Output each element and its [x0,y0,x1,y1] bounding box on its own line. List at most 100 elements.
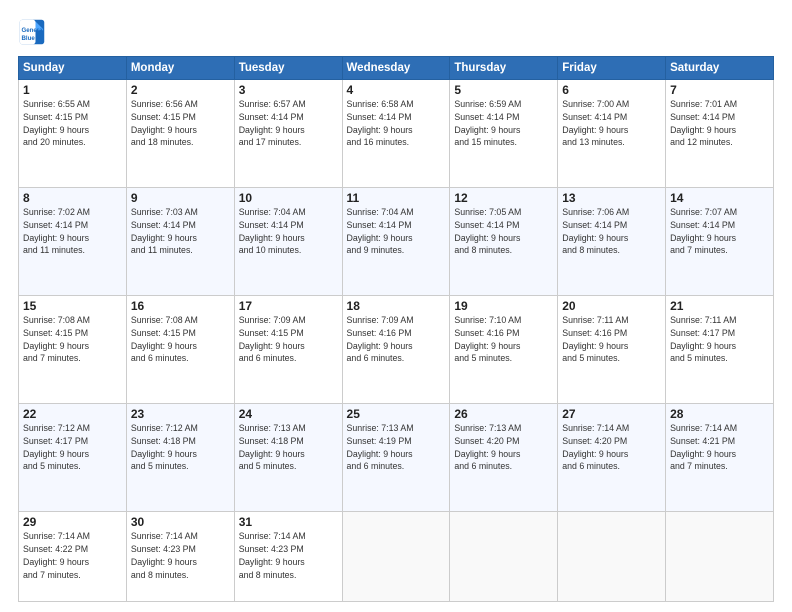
day-info: Sunrise: 6:57 AM Sunset: 4:14 PM Dayligh… [239,98,338,149]
calendar-week-row: 8Sunrise: 7:02 AM Sunset: 4:14 PM Daylig… [19,188,774,296]
calendar-cell: 1Sunrise: 6:55 AM Sunset: 4:15 PM Daylig… [19,80,127,188]
day-info: Sunrise: 7:06 AM Sunset: 4:14 PM Dayligh… [562,206,661,257]
calendar-cell [342,512,450,602]
calendar-cell: 11Sunrise: 7:04 AM Sunset: 4:14 PM Dayli… [342,188,450,296]
calendar-cell: 16Sunrise: 7:08 AM Sunset: 4:15 PM Dayli… [126,296,234,404]
calendar-cell: 6Sunrise: 7:00 AM Sunset: 4:14 PM Daylig… [558,80,666,188]
day-info: Sunrise: 7:09 AM Sunset: 4:15 PM Dayligh… [239,314,338,365]
day-info: Sunrise: 7:13 AM Sunset: 4:20 PM Dayligh… [454,422,553,473]
logo: General Blue [18,18,50,46]
calendar-cell: 5Sunrise: 6:59 AM Sunset: 4:14 PM Daylig… [450,80,558,188]
day-number: 19 [454,299,553,313]
calendar-cell: 30Sunrise: 7:14 AM Sunset: 4:23 PM Dayli… [126,512,234,602]
day-number: 12 [454,191,553,205]
day-info: Sunrise: 6:58 AM Sunset: 4:14 PM Dayligh… [347,98,446,149]
calendar-cell: 20Sunrise: 7:11 AM Sunset: 4:16 PM Dayli… [558,296,666,404]
calendar-cell: 24Sunrise: 7:13 AM Sunset: 4:18 PM Dayli… [234,404,342,512]
day-number: 25 [347,407,446,421]
day-number: 3 [239,83,338,97]
day-number: 16 [131,299,230,313]
day-info: Sunrise: 7:12 AM Sunset: 4:17 PM Dayligh… [23,422,122,473]
day-info: Sunrise: 7:12 AM Sunset: 4:18 PM Dayligh… [131,422,230,473]
calendar-cell: 14Sunrise: 7:07 AM Sunset: 4:14 PM Dayli… [666,188,774,296]
calendar-cell: 8Sunrise: 7:02 AM Sunset: 4:14 PM Daylig… [19,188,127,296]
day-number: 18 [347,299,446,313]
day-info: Sunrise: 7:04 AM Sunset: 4:14 PM Dayligh… [239,206,338,257]
day-number: 7 [670,83,769,97]
day-number: 6 [562,83,661,97]
day-number: 11 [347,191,446,205]
day-number: 28 [670,407,769,421]
calendar-cell: 3Sunrise: 6:57 AM Sunset: 4:14 PM Daylig… [234,80,342,188]
calendar-cell: 28Sunrise: 7:14 AM Sunset: 4:21 PM Dayli… [666,404,774,512]
day-number: 13 [562,191,661,205]
day-number: 8 [23,191,122,205]
weekday-header-friday: Friday [558,57,666,80]
calendar-cell: 27Sunrise: 7:14 AM Sunset: 4:20 PM Dayli… [558,404,666,512]
day-info: Sunrise: 7:02 AM Sunset: 4:14 PM Dayligh… [23,206,122,257]
day-info: Sunrise: 7:09 AM Sunset: 4:16 PM Dayligh… [347,314,446,365]
day-number: 5 [454,83,553,97]
day-number: 4 [347,83,446,97]
day-info: Sunrise: 7:08 AM Sunset: 4:15 PM Dayligh… [23,314,122,365]
calendar-cell: 26Sunrise: 7:13 AM Sunset: 4:20 PM Dayli… [450,404,558,512]
day-number: 24 [239,407,338,421]
day-info: Sunrise: 7:11 AM Sunset: 4:17 PM Dayligh… [670,314,769,365]
calendar-cell: 23Sunrise: 7:12 AM Sunset: 4:18 PM Dayli… [126,404,234,512]
day-info: Sunrise: 7:14 AM Sunset: 4:23 PM Dayligh… [131,530,230,581]
calendar-cell: 31Sunrise: 7:14 AM Sunset: 4:23 PM Dayli… [234,512,342,602]
calendar-cell: 12Sunrise: 7:05 AM Sunset: 4:14 PM Dayli… [450,188,558,296]
calendar-cell: 9Sunrise: 7:03 AM Sunset: 4:14 PM Daylig… [126,188,234,296]
day-info: Sunrise: 6:59 AM Sunset: 4:14 PM Dayligh… [454,98,553,149]
day-info: Sunrise: 7:07 AM Sunset: 4:14 PM Dayligh… [670,206,769,257]
day-info: Sunrise: 7:13 AM Sunset: 4:19 PM Dayligh… [347,422,446,473]
day-info: Sunrise: 7:14 AM Sunset: 4:23 PM Dayligh… [239,530,338,581]
weekday-header-thursday: Thursday [450,57,558,80]
day-info: Sunrise: 7:14 AM Sunset: 4:22 PM Dayligh… [23,530,122,581]
day-number: 29 [23,515,122,529]
weekday-header-saturday: Saturday [666,57,774,80]
svg-text:Blue: Blue [22,35,36,42]
calendar-cell [450,512,558,602]
day-info: Sunrise: 7:14 AM Sunset: 4:21 PM Dayligh… [670,422,769,473]
day-number: 27 [562,407,661,421]
calendar-cell: 21Sunrise: 7:11 AM Sunset: 4:17 PM Dayli… [666,296,774,404]
day-info: Sunrise: 7:10 AM Sunset: 4:16 PM Dayligh… [454,314,553,365]
day-info: Sunrise: 7:05 AM Sunset: 4:14 PM Dayligh… [454,206,553,257]
calendar-cell: 22Sunrise: 7:12 AM Sunset: 4:17 PM Dayli… [19,404,127,512]
day-number: 10 [239,191,338,205]
weekday-header-monday: Monday [126,57,234,80]
calendar-cell: 29Sunrise: 7:14 AM Sunset: 4:22 PM Dayli… [19,512,127,602]
day-number: 23 [131,407,230,421]
day-number: 14 [670,191,769,205]
calendar-cell: 2Sunrise: 6:56 AM Sunset: 4:15 PM Daylig… [126,80,234,188]
day-number: 22 [23,407,122,421]
day-info: Sunrise: 7:04 AM Sunset: 4:14 PM Dayligh… [347,206,446,257]
day-info: Sunrise: 7:13 AM Sunset: 4:18 PM Dayligh… [239,422,338,473]
calendar-week-row: 29Sunrise: 7:14 AM Sunset: 4:22 PM Dayli… [19,512,774,602]
calendar-cell: 15Sunrise: 7:08 AM Sunset: 4:15 PM Dayli… [19,296,127,404]
calendar-cell: 18Sunrise: 7:09 AM Sunset: 4:16 PM Dayli… [342,296,450,404]
day-number: 31 [239,515,338,529]
day-number: 2 [131,83,230,97]
day-info: Sunrise: 6:56 AM Sunset: 4:15 PM Dayligh… [131,98,230,149]
calendar-cell: 17Sunrise: 7:09 AM Sunset: 4:15 PM Dayli… [234,296,342,404]
weekday-header-sunday: Sunday [19,57,127,80]
svg-text:General: General [22,27,45,34]
calendar-cell: 4Sunrise: 6:58 AM Sunset: 4:14 PM Daylig… [342,80,450,188]
day-number: 20 [562,299,661,313]
calendar-week-row: 22Sunrise: 7:12 AM Sunset: 4:17 PM Dayli… [19,404,774,512]
day-info: Sunrise: 7:00 AM Sunset: 4:14 PM Dayligh… [562,98,661,149]
logo-icon: General Blue [18,18,46,46]
calendar-cell: 7Sunrise: 7:01 AM Sunset: 4:14 PM Daylig… [666,80,774,188]
day-number: 17 [239,299,338,313]
calendar-cell: 19Sunrise: 7:10 AM Sunset: 4:16 PM Dayli… [450,296,558,404]
day-number: 9 [131,191,230,205]
day-info: Sunrise: 7:11 AM Sunset: 4:16 PM Dayligh… [562,314,661,365]
day-number: 15 [23,299,122,313]
calendar-cell: 10Sunrise: 7:04 AM Sunset: 4:14 PM Dayli… [234,188,342,296]
day-info: Sunrise: 7:03 AM Sunset: 4:14 PM Dayligh… [131,206,230,257]
page: General Blue SundayMondayTuesdayWednesda… [0,0,792,612]
calendar-cell: 13Sunrise: 7:06 AM Sunset: 4:14 PM Dayli… [558,188,666,296]
weekday-header-wednesday: Wednesday [342,57,450,80]
